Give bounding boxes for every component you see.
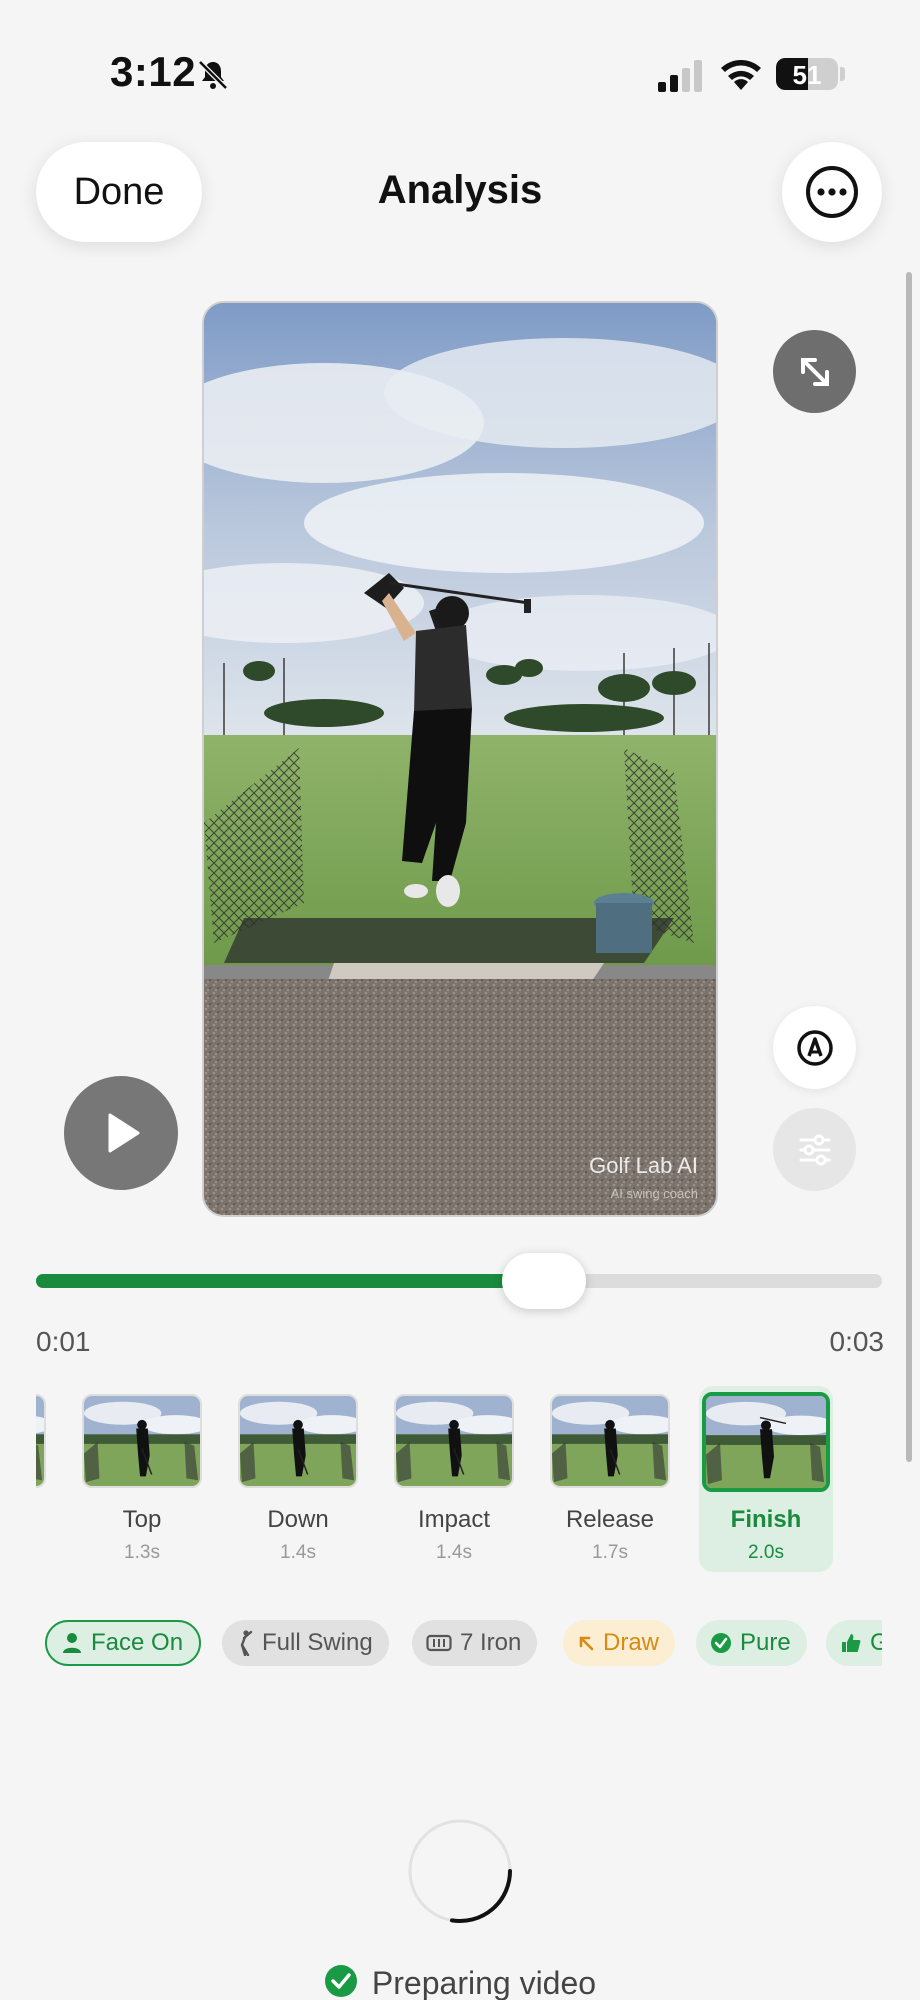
- chip-face-on[interactable]: Face On: [45, 1620, 202, 1666]
- ellipsis-circle-icon: [806, 166, 858, 218]
- chip-full-swing[interactable]: Full Swing: [222, 1620, 389, 1666]
- chip-extra[interactable]: G: [826, 1620, 882, 1666]
- phase-label: Finish: [730, 1506, 802, 1533]
- phase-label: Top: [122, 1506, 162, 1533]
- phase-impact[interactable]: Impact 1.4s: [387, 1386, 521, 1572]
- bell-slash-icon: [198, 60, 228, 90]
- timeline-progress: [36, 1274, 544, 1288]
- loading-status: Preparing video: [0, 1964, 920, 2000]
- video-player[interactable]: Golf Lab AI AI swing coach: [202, 301, 718, 1217]
- cellular-signal-icon: [658, 60, 702, 92]
- checkmark-circle-icon: [710, 1632, 732, 1654]
- battery-nub: [840, 67, 845, 81]
- wifi-icon: [721, 60, 761, 90]
- phase-back[interactable]: Back s: [36, 1386, 53, 1572]
- battery-indicator: 51: [776, 58, 838, 90]
- expand-arrows-icon: [800, 357, 829, 386]
- golfer-icon: [236, 1630, 254, 1656]
- adjustments-button[interactable]: [773, 1108, 856, 1191]
- chip-draw-label: Draw: [603, 1629, 660, 1656]
- phase-label: Impact: [417, 1506, 491, 1533]
- play-icon: [108, 1113, 140, 1153]
- sliders-icon: [799, 1134, 830, 1165]
- play-button[interactable]: [64, 1076, 178, 1190]
- swing-phase-strip[interactable]: Back s Top 1.3s Down 1.4s Impact 1.4s Release 1.7…: [36, 1386, 882, 1572]
- thumbs-up-icon: [840, 1632, 862, 1654]
- phase-time: 1.7s: [592, 1542, 628, 1563]
- draw-tool-button[interactable]: [773, 1006, 856, 1089]
- phase-thumbnail: [82, 1394, 202, 1488]
- status-time: 3:12: [110, 48, 197, 95]
- fullscreen-button[interactable]: [773, 330, 856, 413]
- person-icon: [61, 1632, 83, 1654]
- scrollbar[interactable]: [906, 272, 912, 1462]
- total-time: 0:03: [829, 1326, 885, 1357]
- phase-label: Back: [36, 1506, 53, 1534]
- chip-pure-label: Pure: [740, 1629, 791, 1656]
- chip-club[interactable]: 7 Iron: [412, 1620, 538, 1666]
- phase-down[interactable]: Down 1.4s: [231, 1386, 365, 1572]
- battery-percent: 51: [792, 60, 822, 90]
- phase-time: 2.0s: [748, 1542, 784, 1563]
- pen-circle-icon: [796, 1029, 833, 1066]
- phase-time: 1.4s: [280, 1542, 316, 1563]
- phase-finish[interactable]: Finish 2.0s: [699, 1386, 833, 1572]
- phase-time: s: [36, 1542, 53, 1564]
- timeline-handle[interactable]: [501, 1253, 586, 1309]
- chip-draw[interactable]: Draw: [563, 1620, 676, 1666]
- chip-extra-label: G: [870, 1629, 882, 1656]
- chip-club-label: 7 Iron: [460, 1629, 522, 1656]
- swing-video-frame: [204, 303, 716, 1215]
- phase-thumbnail: [702, 1392, 830, 1492]
- video-watermark: Golf Lab AI: [589, 1153, 698, 1178]
- phase-top[interactable]: Top 1.3s: [75, 1386, 209, 1572]
- chip-full-swing-label: Full Swing: [262, 1629, 373, 1656]
- loading-text: Preparing video: [371, 1965, 597, 2000]
- arrow-up-left-icon: [577, 1634, 595, 1652]
- timeline-scrubber[interactable]: [36, 1253, 882, 1309]
- checkmark-circle-icon: [324, 1965, 357, 1997]
- club-icon: [426, 1633, 452, 1653]
- chip-face-on-label: Face On: [91, 1629, 184, 1656]
- phase-thumbnail: [550, 1394, 670, 1488]
- phase-label: Release: [565, 1506, 655, 1533]
- phase-thumbnail: [238, 1394, 358, 1488]
- loading-spinner: [408, 1819, 513, 1923]
- status-bar: 3:12 51: [0, 0, 920, 150]
- phase-label: Down: [267, 1506, 329, 1533]
- video-watermark-sub: AI swing coach: [610, 1186, 698, 1201]
- phase-release[interactable]: Release 1.7s: [543, 1386, 677, 1572]
- current-time: 0:01: [36, 1326, 91, 1357]
- phase-thumbnail: [394, 1394, 514, 1488]
- phase-time: 1.4s: [436, 1542, 472, 1563]
- chip-pure[interactable]: Pure: [696, 1620, 807, 1666]
- phase-thumbnail: [36, 1394, 46, 1488]
- swing-tags: Face On Full Swing 7 Iron Draw Pure G: [36, 1618, 882, 1668]
- phase-time: 1.3s: [124, 1542, 160, 1563]
- more-options-button[interactable]: [782, 142, 882, 242]
